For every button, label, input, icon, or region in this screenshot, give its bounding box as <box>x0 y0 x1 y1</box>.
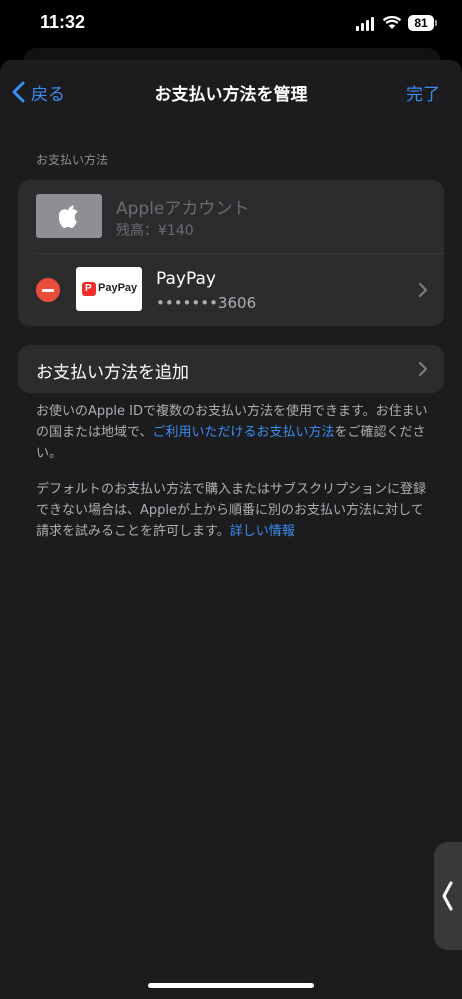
paypay-masked-number: •••••••3606 <box>156 294 257 312</box>
footnote-charge-order: デフォルトのお支払い方法で購入またはサブスクリプションに登録できない場合は、Ap… <box>36 479 430 542</box>
add-payment-method-label: お支払い方法を追加 <box>36 363 189 383</box>
done-button[interactable]: 完了 <box>406 80 440 105</box>
payment-methods-list: Appleアカウント 残高：¥140 P PayPay PayPay •••••… <box>18 180 444 326</box>
section-header: お支払い方法 <box>36 153 109 167</box>
apple-account-balance: 残高：¥140 <box>116 223 194 239</box>
signal-icon <box>356 17 376 31</box>
apple-account-card-image <box>36 194 102 238</box>
chevron-right-icon <box>418 282 428 298</box>
learn-more-link[interactable]: 詳しい情報 <box>230 524 295 539</box>
home-indicator[interactable] <box>148 983 314 988</box>
paypay-logo: P PayPay <box>76 267 142 311</box>
paypay-name: PayPay <box>156 269 216 289</box>
payment-method-paypay[interactable]: P PayPay PayPay •••••••3606 <box>18 253 444 326</box>
available-methods-link[interactable]: ご利用いただけるお支払い方法 <box>152 425 334 440</box>
paypay-logo-text: PayPay <box>98 282 138 294</box>
status-time: 11:32 <box>40 12 86 32</box>
payment-method-apple-account: Appleアカウント 残高：¥140 <box>18 180 444 253</box>
navigation-bar: 戻る お支払い方法を管理 完了 <box>0 60 462 124</box>
side-panel-handle[interactable] <box>434 842 462 950</box>
apple-account-name: Appleアカウント <box>116 199 250 219</box>
battery-icon: 81 <box>408 15 434 31</box>
wifi-icon <box>382 15 402 29</box>
battery-tip <box>435 20 437 26</box>
page-title: お支払い方法を管理 <box>154 85 308 105</box>
paypay-mark: P <box>82 282 96 296</box>
footnote-multiple-methods: お使いのApple IDで複数のお支払い方法を使用できます。お住まいの国または地… <box>36 401 430 464</box>
chevron-left-icon <box>442 881 453 911</box>
status-bar: 11:32 81 <box>0 0 462 50</box>
chevron-right-icon <box>418 361 428 377</box>
add-payment-method-button[interactable]: お支払い方法を追加 <box>18 345 444 393</box>
payment-methods-sheet: 戻る お支払い方法を管理 完了 お支払い方法 Appleアカウント 残高：¥14… <box>0 60 462 999</box>
remove-paypay-button[interactable] <box>36 278 60 302</box>
apple-logo-icon <box>59 205 78 228</box>
